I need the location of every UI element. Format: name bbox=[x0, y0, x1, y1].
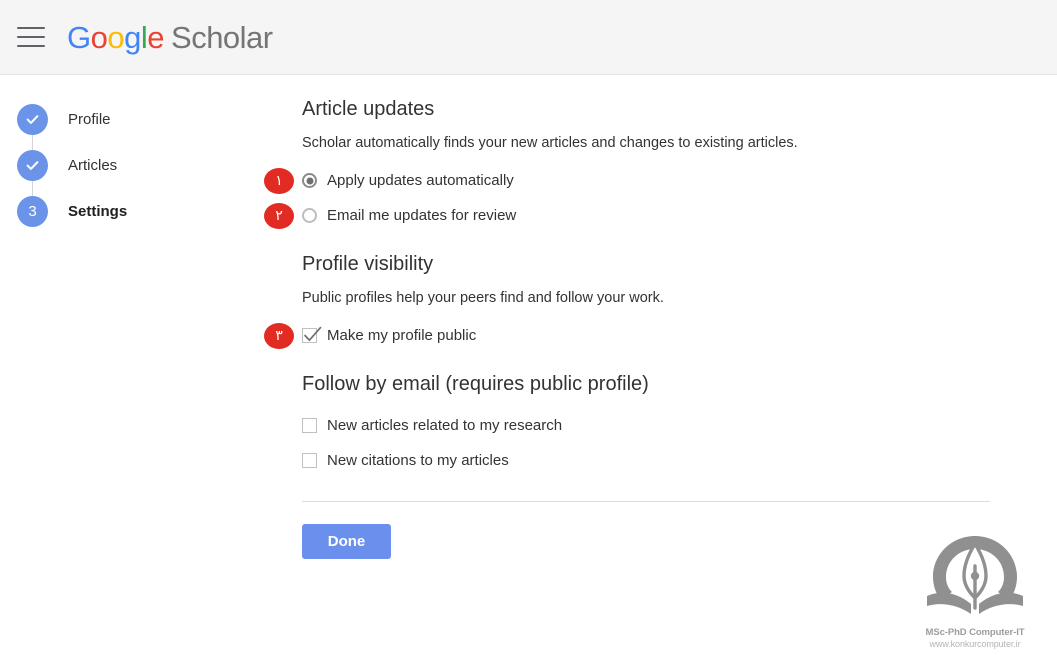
logo-letter-g-blue: G bbox=[67, 19, 91, 55]
sidebar-item-label-articles: Articles bbox=[68, 156, 118, 174]
google-scholar-logo[interactable]: Google Scholar bbox=[67, 22, 273, 53]
step-circle-settings: 3 bbox=[17, 195, 48, 227]
logo-letter-g-blue-2: g bbox=[124, 19, 141, 55]
page-content: Profile Articles 3 Settings Article upda… bbox=[0, 75, 1057, 559]
site-watermark: MSc-PhD Computer-IT www.konkurcomputer.i… bbox=[905, 530, 1045, 649]
done-button[interactable]: Done bbox=[302, 524, 391, 559]
section-title-profile-visibility: Profile visibility bbox=[302, 253, 434, 275]
radio-email-me-updates-for-review[interactable] bbox=[302, 208, 317, 223]
checkbox-label-make-my-profile-public: Make my profile public bbox=[327, 326, 477, 344]
step-connector-line bbox=[32, 180, 33, 196]
checkbox-row-make-profile-public[interactable]: ٣ Make my profile public bbox=[264, 318, 1057, 353]
radio-apply-updates-automatically[interactable] bbox=[302, 173, 317, 188]
check-icon bbox=[26, 114, 39, 124]
step-circle-articles bbox=[17, 149, 48, 181]
logo-word-scholar: Scholar bbox=[171, 19, 273, 55]
checkbox-new-articles-related-to-my-research[interactable] bbox=[302, 418, 317, 433]
step-connector-line bbox=[32, 134, 33, 150]
section-title-follow-by-email: Follow by email (requires public profile… bbox=[302, 373, 649, 395]
radio-label-email-me-updates-for-review: Email me updates for review bbox=[327, 206, 517, 224]
checkbox-new-citations-to-my-articles[interactable] bbox=[302, 453, 317, 468]
watermark-url: www.konkurcomputer.ir bbox=[929, 639, 1021, 649]
hamburger-menu-icon[interactable] bbox=[17, 27, 45, 47]
sidebar-item-articles[interactable]: Articles bbox=[0, 142, 302, 196]
logo-letter-o-red: o bbox=[90, 19, 108, 55]
logo-letter-e-red: e bbox=[147, 19, 165, 55]
section-description-profile-visibility: Public profiles help your peers find and… bbox=[302, 290, 664, 306]
checkbox-row-new-citations[interactable]: New citations to my articles bbox=[302, 443, 1057, 478]
step-number-settings: 3 bbox=[28, 202, 37, 220]
settings-panel: Article updates Scholar automatically fi… bbox=[264, 75, 1057, 559]
annotation-badge-2: ٢ bbox=[264, 202, 294, 229]
sidebar-item-label-settings: Settings bbox=[68, 202, 128, 220]
checkbox-make-my-profile-public[interactable] bbox=[302, 326, 322, 343]
checkbox-label-new-articles-related-to-my-research: New articles related to my research bbox=[327, 416, 563, 434]
hamburger-line bbox=[17, 45, 45, 47]
sidebar-item-profile[interactable]: Profile bbox=[0, 96, 302, 150]
app-header: Google Scholar bbox=[0, 0, 1057, 75]
section-title-article-updates: Article updates bbox=[302, 98, 435, 120]
pen-nib-book-logo-icon bbox=[927, 536, 1023, 614]
checkbox-label-new-citations-to-my-articles: New citations to my articles bbox=[327, 451, 509, 469]
sidebar-item-label-profile: Profile bbox=[68, 110, 111, 128]
checkbox-row-new-articles-related[interactable]: New articles related to my research bbox=[302, 408, 1057, 443]
logo-letter-o-yellow: o bbox=[107, 19, 125, 55]
sidebar-item-settings[interactable]: 3 Settings bbox=[0, 188, 302, 234]
hamburger-line bbox=[17, 27, 45, 29]
check-icon bbox=[26, 160, 39, 170]
watermark-title: MSc-PhD Computer-IT bbox=[925, 627, 1025, 638]
hamburger-line bbox=[17, 36, 45, 38]
checkmark-icon bbox=[304, 326, 322, 342]
radio-label-apply-updates-automatically: Apply updates automatically bbox=[327, 171, 514, 189]
step-circle-profile bbox=[17, 103, 48, 135]
radio-row-email-me-updates[interactable]: ٢ Email me updates for review bbox=[264, 198, 1057, 233]
section-divider bbox=[302, 501, 990, 502]
setup-stepper: Profile Articles 3 Settings bbox=[0, 75, 302, 234]
annotation-badge-1: ١ bbox=[264, 167, 294, 194]
section-description-article-updates: Scholar automatically finds your new art… bbox=[302, 135, 798, 151]
annotation-badge-3: ٣ bbox=[264, 322, 294, 349]
radio-row-apply-updates-automatically[interactable]: ١ Apply updates automatically bbox=[264, 163, 1057, 198]
